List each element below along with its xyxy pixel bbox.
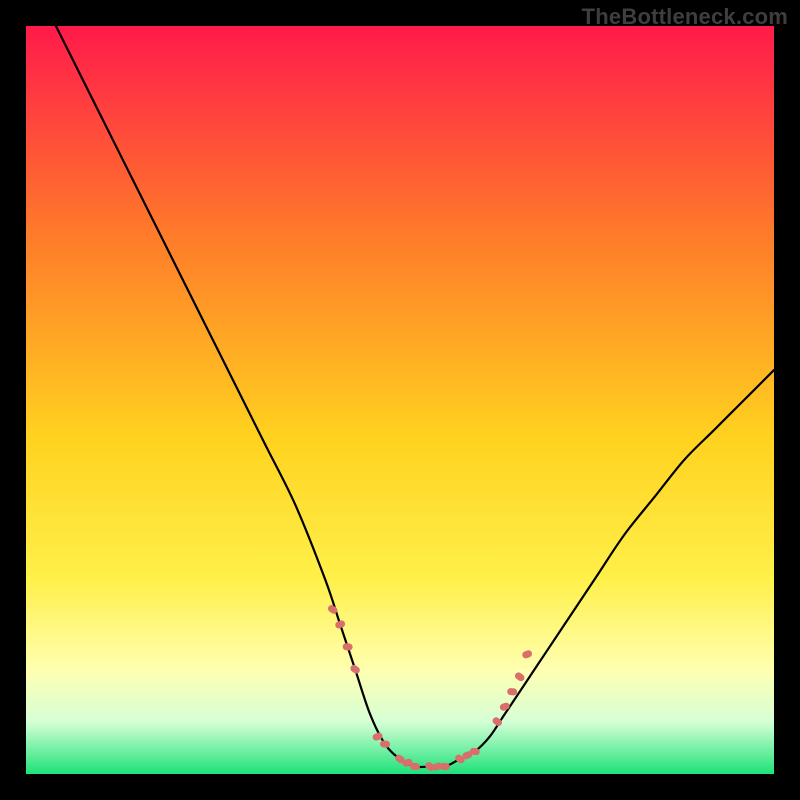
marker-point — [342, 643, 353, 651]
marker-point — [334, 619, 346, 629]
marker-point — [380, 740, 391, 748]
marker-point — [440, 763, 451, 771]
marker-point — [349, 664, 361, 675]
watermark-text: TheBottleneck.com — [582, 4, 788, 30]
marker-point — [507, 688, 518, 696]
chart-svg — [26, 26, 774, 774]
chart-frame: TheBottleneck.com — [0, 0, 800, 800]
curve-markers — [327, 604, 533, 773]
marker-point — [521, 649, 533, 659]
marker-point — [499, 702, 511, 712]
marker-point — [410, 763, 421, 771]
bottleneck-curve — [56, 26, 774, 767]
plot-area — [26, 26, 774, 774]
marker-point — [514, 671, 526, 682]
